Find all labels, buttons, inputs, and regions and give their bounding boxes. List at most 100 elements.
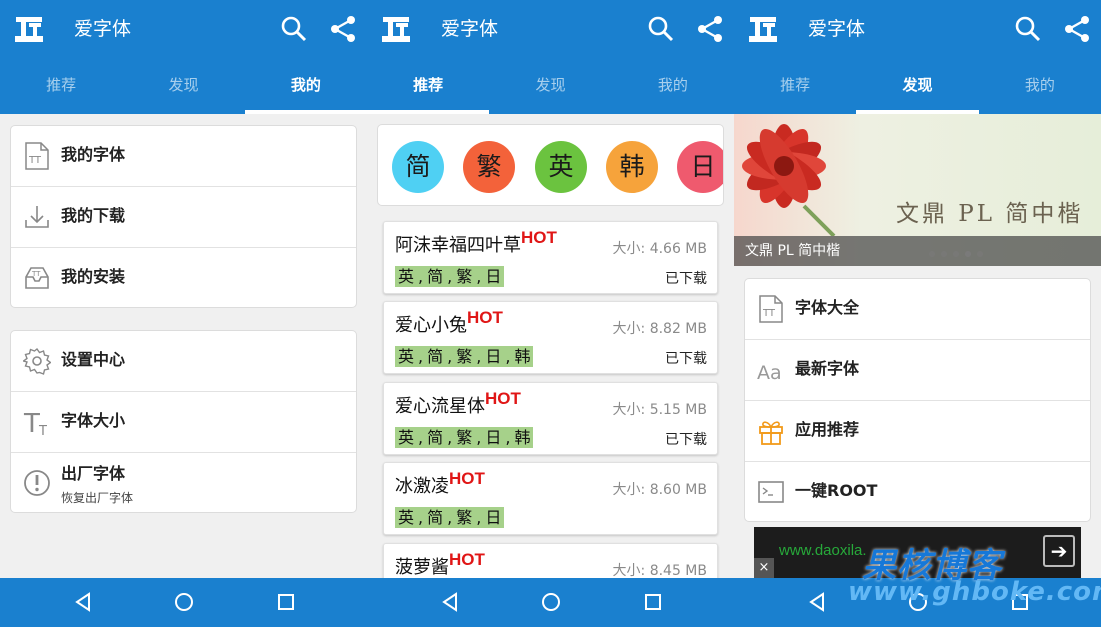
menu-label: 出厂字体 (61, 464, 126, 483)
language-tag: 简 (424, 507, 447, 528)
menu-item-app-recommend[interactable]: 应用推荐 (745, 401, 1090, 462)
size-value: 8.60 MB (649, 482, 707, 498)
back-icon[interactable] (805, 590, 829, 614)
size-value: 8.45 MB (649, 563, 707, 578)
tab-bar: 推荐 发现 我的 (0, 60, 367, 114)
svg-text:T: T (23, 409, 40, 437)
language-tags: 英,简,繁,日,韩 (395, 346, 534, 367)
menu-sublabel: 恢复出厂字体 (61, 491, 134, 505)
tag-separator: , (446, 266, 454, 287)
alert-circle-icon (24, 470, 50, 496)
size-prefix: 大小: (612, 482, 650, 498)
menu-label: 应用推荐 (795, 420, 860, 439)
language-tag: 简 (424, 427, 447, 448)
share-icon[interactable] (695, 14, 725, 44)
font-file-icon: TT (25, 142, 49, 170)
search-icon[interactable] (279, 14, 309, 44)
menu-label: 我的字体 (61, 145, 126, 164)
ad-text: www.daoxila. (779, 542, 867, 559)
share-icon[interactable] (1062, 14, 1092, 44)
font-card[interactable]: 爱心小兔HOT 大小: 8.82 MB 英, 简, 繁, 日, 韩已下载 (383, 301, 718, 374)
menu-item-new-fonts[interactable]: Aa 最新字体 (745, 340, 1090, 401)
banner-caption: 文鼎 PL 简中楷 (734, 236, 1101, 266)
language-tag: 英 (395, 346, 418, 367)
app-logo-icon (15, 17, 43, 42)
menu-label: 字体大全 (795, 298, 860, 317)
ad-arrow-icon[interactable]: ➔ (1043, 535, 1075, 567)
menu-label: 设置中心 (61, 350, 126, 369)
home-icon[interactable] (539, 590, 563, 614)
tab-bar: 推荐 发现 我的 (367, 60, 734, 114)
svg-text:TT: TT (28, 155, 42, 166)
tag-separator: , (475, 507, 483, 528)
back-icon[interactable] (438, 590, 462, 614)
app-bar: 爱字体 推荐 发现 我的 (0, 0, 367, 114)
lang-english-button[interactable]: 英 (535, 141, 587, 193)
font-name: 菠萝酱HOT (395, 550, 485, 578)
menu-item-font-size[interactable]: TT 字体大小 (11, 392, 356, 453)
menu-label: 一键ROOT (795, 481, 878, 500)
tab-mine[interactable]: 我的 (979, 60, 1101, 114)
tab-recommend[interactable]: 推荐 (0, 60, 122, 114)
tag-separator: , (475, 346, 483, 367)
font-name-text: 冰激凌 (395, 476, 449, 497)
tab-mine[interactable]: 我的 (244, 60, 367, 114)
font-size-info: 大小: 8.45 MB (613, 560, 707, 578)
size-prefix: 大小: (612, 241, 650, 257)
font-card[interactable]: 爱心流星体HOT 大小: 5.15 MB 英, 简, 繁, 日, 韩已下载 (383, 382, 718, 455)
banner-carousel[interactable]: 文鼎 PL 简中楷 文鼎 PL 简中楷 (734, 114, 1101, 266)
home-icon[interactable] (172, 590, 196, 614)
tag-separator: , (446, 427, 454, 448)
menu-label: 我的下载 (61, 206, 126, 225)
menu-item-my-downloads[interactable]: 我的下载 (11, 187, 356, 248)
install-tray-icon: TT (25, 267, 49, 289)
recents-icon[interactable] (274, 590, 298, 614)
menu-item-factory-font[interactable]: 出厂字体 恢复出厂字体 (11, 453, 356, 512)
font-card[interactable]: 阿沫幸福四叶草HOT 大小: 4.66 MB 英, 简, 繁, 日已下载 (383, 221, 718, 294)
search-icon[interactable] (646, 14, 676, 44)
share-icon[interactable] (328, 14, 358, 44)
ad-close-button[interactable]: × (754, 558, 774, 578)
panel-discover: 爱字体 推荐 发现 我的 文鼎 PL 简中楷 文鼎 PL 简中楷 TT 字体大全… (734, 0, 1101, 578)
tab-recommend[interactable]: 推荐 (734, 60, 856, 114)
menu-label: 字体大小 (61, 411, 126, 430)
lang-japanese-button[interactable]: 日 (677, 141, 723, 193)
size-prefix: 大小: (612, 321, 650, 337)
tab-discover[interactable]: 发现 (122, 60, 244, 114)
size-value: 4.66 MB (649, 241, 707, 257)
menu-item-settings[interactable]: 设置中心 (11, 331, 356, 392)
tag-separator: , (504, 346, 512, 367)
menu-item-my-installs[interactable]: TT 我的安装 (11, 248, 356, 307)
size-value: 5.15 MB (649, 402, 707, 418)
menu-item-one-click-root[interactable]: 一键ROOT (745, 462, 1090, 521)
watermark-url: www.ghboke.com (848, 577, 1101, 607)
font-card[interactable]: 冰激凌HOT 大小: 8.60 MB 英, 简, 繁, 日 (383, 462, 718, 535)
tab-discover[interactable]: 发现 (856, 60, 979, 114)
menu-item-my-fonts[interactable]: TT 我的字体 (11, 126, 356, 187)
lang-simplified-button[interactable]: 简 (392, 141, 444, 193)
mine-card-1: TT 我的字体 我的下载 TT 我的安装 (10, 125, 357, 308)
lang-traditional-button[interactable]: 繁 (463, 141, 515, 193)
language-tag: 简 (424, 266, 447, 287)
font-card[interactable]: 菠萝酱HOT 大小: 8.45 MB (383, 543, 718, 578)
menu-item-all-fonts[interactable]: TT 字体大全 (745, 279, 1090, 340)
tab-mine[interactable]: 我的 (612, 60, 734, 114)
recents-icon[interactable] (641, 590, 665, 614)
font-name-text: 菠萝酱 (395, 557, 449, 578)
search-icon[interactable] (1013, 14, 1043, 44)
hot-badge: HOT (449, 550, 485, 569)
language-tag: 日 (482, 507, 505, 528)
banner-headline: 文鼎 PL 简中楷 (896, 201, 1084, 227)
tag-separator: , (446, 507, 454, 528)
size-prefix: 大小: (612, 563, 650, 578)
lang-korean-button[interactable]: 韩 (606, 141, 658, 193)
tab-recommend[interactable]: 推荐 (367, 60, 490, 114)
hot-badge: HOT (485, 389, 521, 408)
tag-separator: , (475, 266, 483, 287)
size-value: 8.82 MB (649, 321, 707, 337)
back-icon[interactable] (71, 590, 95, 614)
aa-letters-icon: Aa (757, 362, 782, 384)
tab-discover[interactable]: 发现 (489, 60, 611, 114)
hot-badge: HOT (467, 308, 503, 327)
download-status: 已下载 (665, 351, 707, 367)
